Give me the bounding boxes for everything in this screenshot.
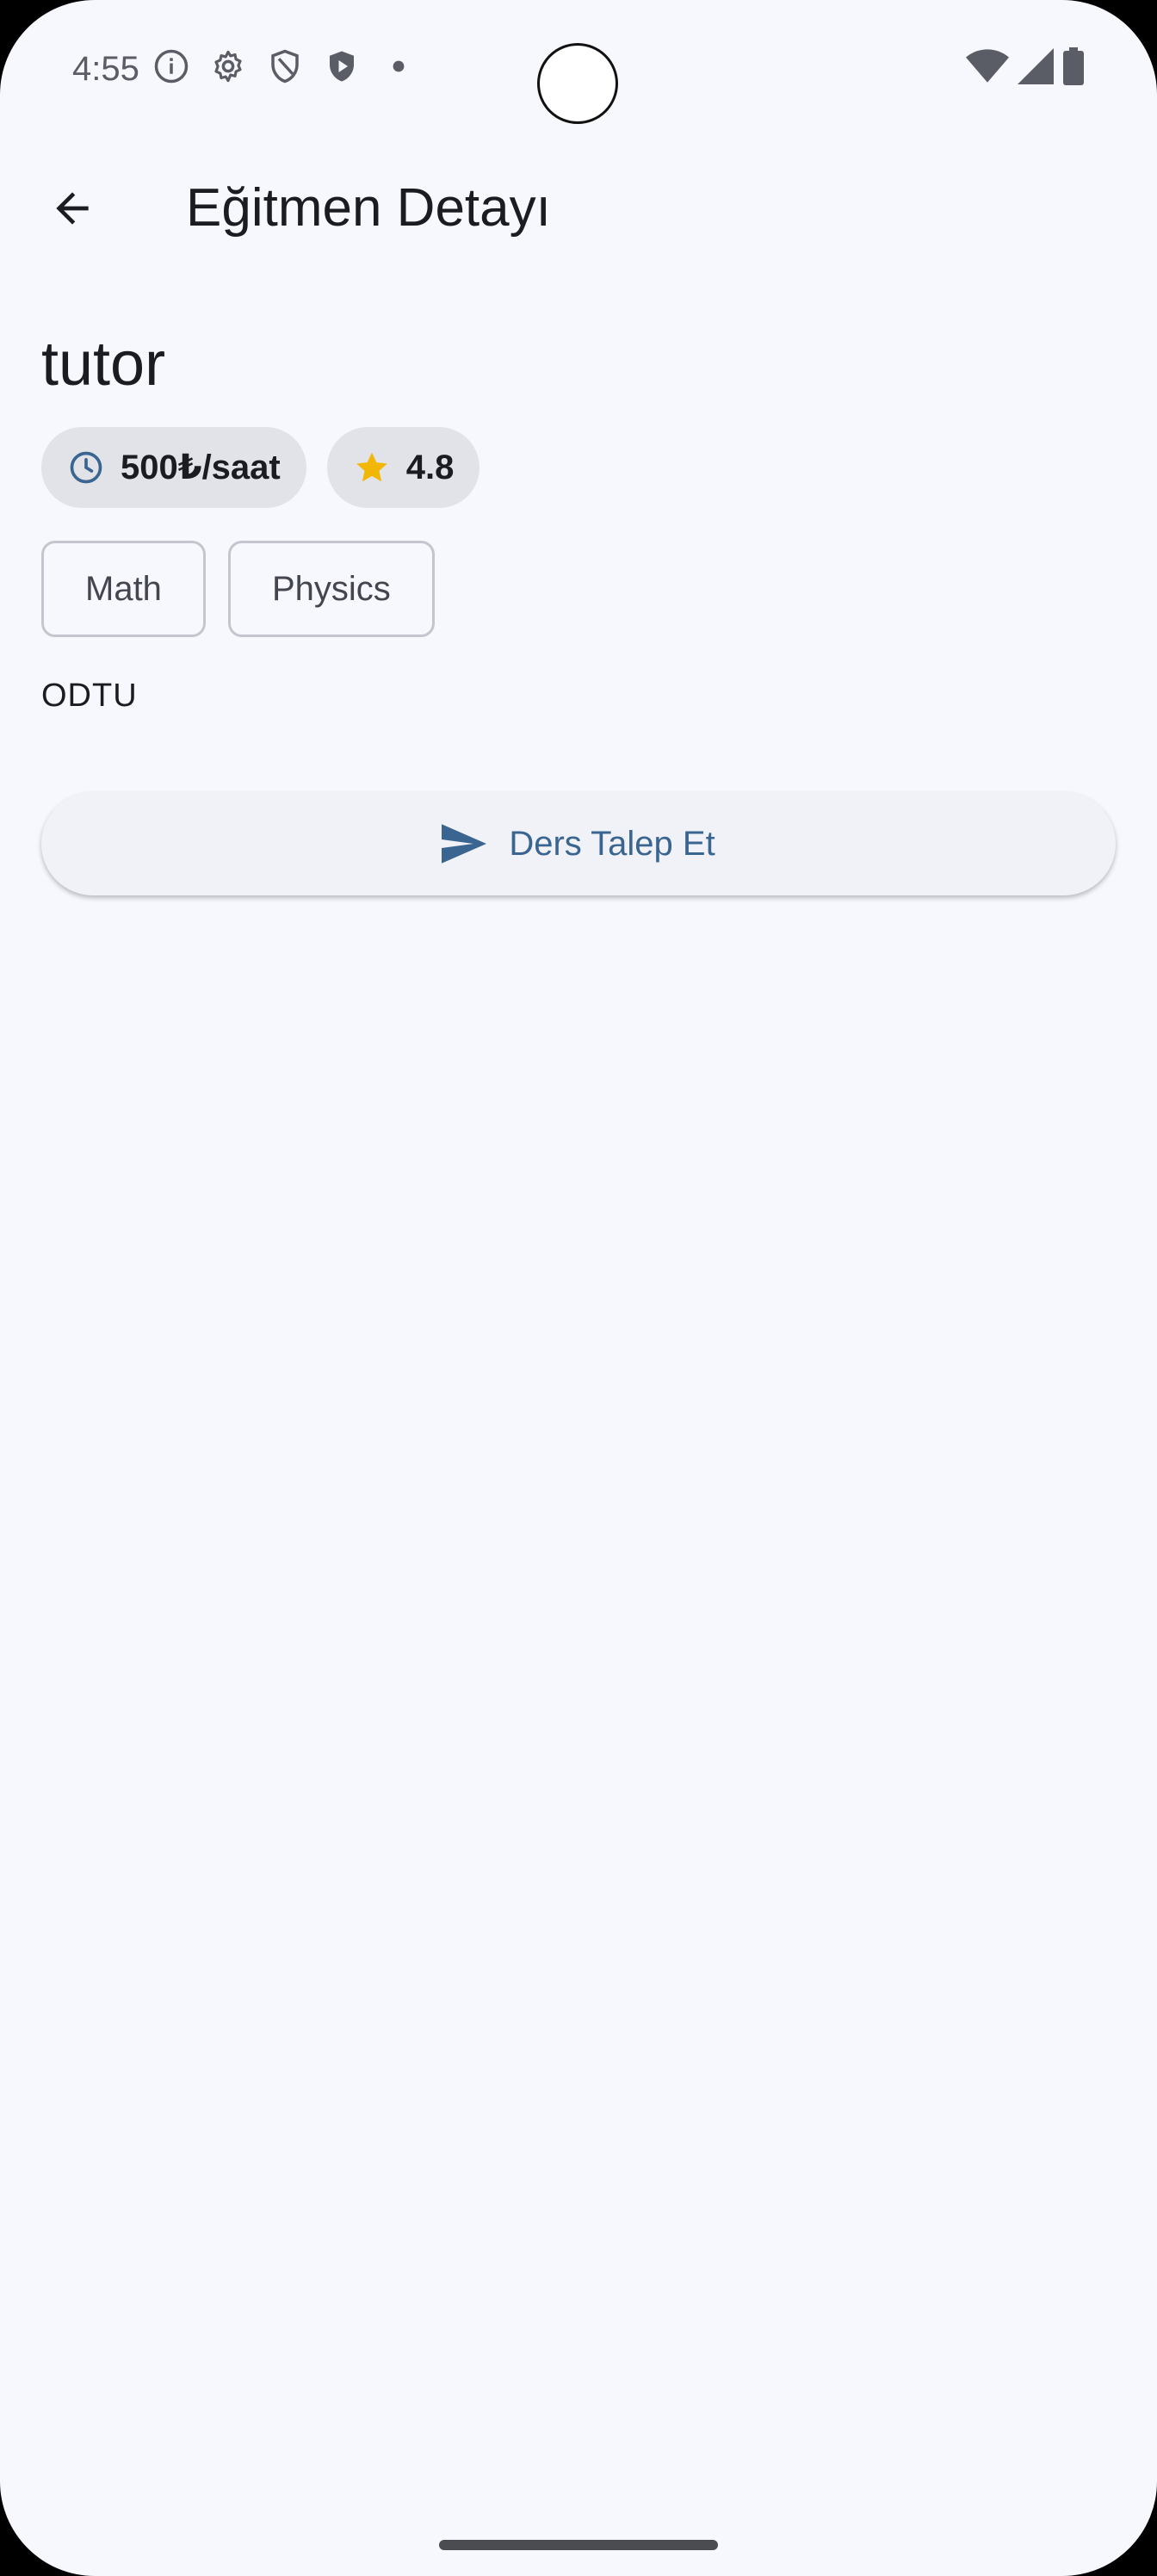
rating-chip: 4.8 xyxy=(326,427,480,508)
battery-icon xyxy=(1062,46,1085,86)
subject-chip-row: Math Physics xyxy=(41,541,435,637)
status-time: 4:55 xyxy=(72,50,139,88)
play-shield-icon xyxy=(322,46,362,86)
back-button[interactable] xyxy=(31,167,114,250)
request-lesson-button[interactable]: Ders Talep Et xyxy=(41,792,1116,895)
rating-text: 4.8 xyxy=(405,448,455,486)
rate-chip: 500₺/saat xyxy=(41,427,306,508)
clock-icon xyxy=(70,451,102,484)
dot-icon xyxy=(379,46,418,86)
tutor-name: tutor xyxy=(41,330,166,399)
cell-signal-icon xyxy=(1018,46,1054,86)
settings-gear-icon xyxy=(208,46,248,86)
subject-chip-math[interactable]: Math xyxy=(41,541,206,637)
status-icons-left xyxy=(152,46,418,86)
subject-chip-physics[interactable]: Physics xyxy=(227,541,435,637)
shield-icon xyxy=(265,46,305,86)
wifi-icon xyxy=(966,46,1009,86)
info-icon xyxy=(152,46,191,86)
university-text: ODTU xyxy=(41,678,138,714)
page-title: Eğitmen Detayı xyxy=(186,178,551,238)
gesture-navigation-bar[interactable] xyxy=(439,2540,718,2550)
star-icon xyxy=(356,452,387,482)
arrow-back-icon xyxy=(56,192,89,225)
camera-cutout xyxy=(537,43,618,124)
status-bar: 4:55 xyxy=(0,0,1157,138)
app-bar: Eğitmen Detayı xyxy=(0,164,1157,253)
info-chip-row: 500₺/saat 4.8 xyxy=(41,427,480,508)
rate-text: 500₺/saat xyxy=(121,449,281,486)
send-icon xyxy=(442,824,487,864)
request-lesson-label: Ders Talep Et xyxy=(509,824,715,863)
status-icons-right xyxy=(966,46,1085,86)
screen: 4:55 Eğitmen Detayı tutor 500₺/saat 4.8 … xyxy=(0,0,1157,2576)
